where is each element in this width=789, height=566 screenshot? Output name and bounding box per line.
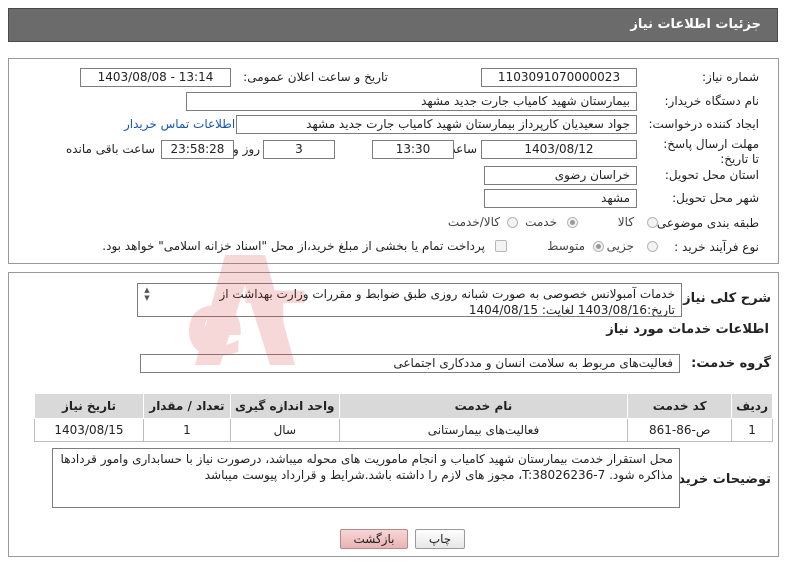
col-name-header: نام خدمت xyxy=(338,393,629,419)
need-number-label: شماره نیاز: xyxy=(702,70,759,84)
page-title: جزئیات اطلاعات نیاز xyxy=(630,17,761,32)
buyer-org-label: نام دستگاه خریدار: xyxy=(664,94,760,108)
province-field: خراسان رضوی xyxy=(484,166,637,185)
treasury-payment-checkbox[interactable] xyxy=(495,240,507,252)
process-minor-label: جزیی xyxy=(606,239,634,253)
remaining-label: ساعت باقی مانده xyxy=(65,142,155,156)
category-goods-label: کالا xyxy=(617,215,634,229)
deadline-date-field: 1403/08/12 xyxy=(481,140,637,159)
col-qty-header: تعداد / مقدار xyxy=(142,393,231,419)
services-table-header: ردیف کد خدمت نام خدمت واحد اندازه گیری ت… xyxy=(34,393,773,419)
treasury-payment-note: پرداخت تمام یا بخشی از مبلغ خرید،از محل … xyxy=(102,239,485,253)
service-group-field: فعالیت‌های مربوط به سلامت انسان و مددکار… xyxy=(140,354,680,373)
days-field: 3 xyxy=(263,140,335,159)
category-service-radio[interactable] xyxy=(567,217,578,228)
print-button[interactable]: چاپ xyxy=(415,529,465,549)
buyer-notes-text: محل استقرار خدمت بیمارستان شهید کامیاب و… xyxy=(60,452,673,482)
col-date-header: تاریخ نیاز xyxy=(34,393,144,419)
summary-text: خدمات آمبولانس خصوصی به صورت شبانه روزی … xyxy=(219,287,675,317)
process-medium-radio[interactable] xyxy=(593,241,604,252)
remaining-time-field: 23:58:28 xyxy=(161,140,234,159)
category-service-label: خدمت xyxy=(525,215,557,229)
col-unit-header: واحد اندازه گیری xyxy=(229,393,340,419)
city-field: مشهد xyxy=(484,189,637,208)
category-goods-service-radio[interactable] xyxy=(507,217,518,228)
summary-scroll-arrows[interactable]: ▲ ▼ xyxy=(141,286,153,302)
creator-label: ایجاد کننده درخواست: xyxy=(648,117,759,131)
cell-unit: سال xyxy=(229,418,340,442)
buyer-notes-textarea[interactable]: محل استقرار خدمت بیمارستان شهید کامیاب و… xyxy=(52,448,680,508)
page-header: جزئیات اطلاعات نیاز xyxy=(8,8,778,42)
cell-service-name: فعالیت‌های بیمارستانی xyxy=(338,418,629,442)
col-row-header: ردیف xyxy=(731,393,773,419)
category-goods-service-label: کالا/خدمت xyxy=(447,215,500,229)
process-label: نوع فرآیند خرید : xyxy=(674,240,759,254)
services-section-title: اطلاعات خدمات مورد نیاز xyxy=(606,322,769,337)
category-label: طبقه بندی موضوعی: xyxy=(652,216,759,230)
need-number-field: 1103091070000023 xyxy=(481,68,637,87)
creator-field: جواد سعیدیان کارپرداز بیمارستان شهید کام… xyxy=(236,115,637,134)
cell-row-number: 1 xyxy=(731,418,773,442)
service-group-label: گروه خدمت: xyxy=(691,356,771,371)
days-label: روز و xyxy=(233,142,260,156)
table-row: 1 ص-86-861 فعالیت‌های بیمارستانی سال 1 1… xyxy=(34,418,773,442)
summary-label: شرح کلی نیاز: xyxy=(677,291,771,306)
services-table: ردیف کد خدمت نام خدمت واحد اندازه گیری ت… xyxy=(34,393,773,442)
category-goods-radio[interactable] xyxy=(647,217,658,228)
process-minor-radio[interactable] xyxy=(647,241,658,252)
process-medium-label: متوسط xyxy=(547,239,585,253)
back-button[interactable]: بازگشت xyxy=(340,529,408,549)
summary-textarea[interactable]: خدمات آمبولانس خصوصی به صورت شبانه روزی … xyxy=(137,283,682,317)
deadline-label: مهلت ارسال پاسخ: تا تاریخ: xyxy=(663,137,759,166)
cell-need-date: 1403/08/15 xyxy=(34,418,144,442)
col-code-header: کد خدمت xyxy=(627,393,733,419)
buyer-contact-link[interactable]: اطلاعات تماس خریدار xyxy=(124,117,235,131)
cell-quantity: 1 xyxy=(142,418,231,442)
cell-service-code: ص-86-861 xyxy=(627,418,733,442)
announce-label: تاریخ و ساعت اعلان عمومی: xyxy=(243,70,388,84)
buyer-org-field: بیمارستان شهید کامیاب جارت جدید مشهد xyxy=(186,92,637,111)
city-label: شهر محل تحویل: xyxy=(672,191,759,205)
announce-date-field: 1403/08/08 - 13:14 xyxy=(80,68,231,87)
province-label: استان محل تحویل: xyxy=(664,168,759,182)
announce-date-value: 1403/08/08 - 13:14 xyxy=(97,70,214,84)
deadline-time-field: 13:30 xyxy=(372,140,454,159)
